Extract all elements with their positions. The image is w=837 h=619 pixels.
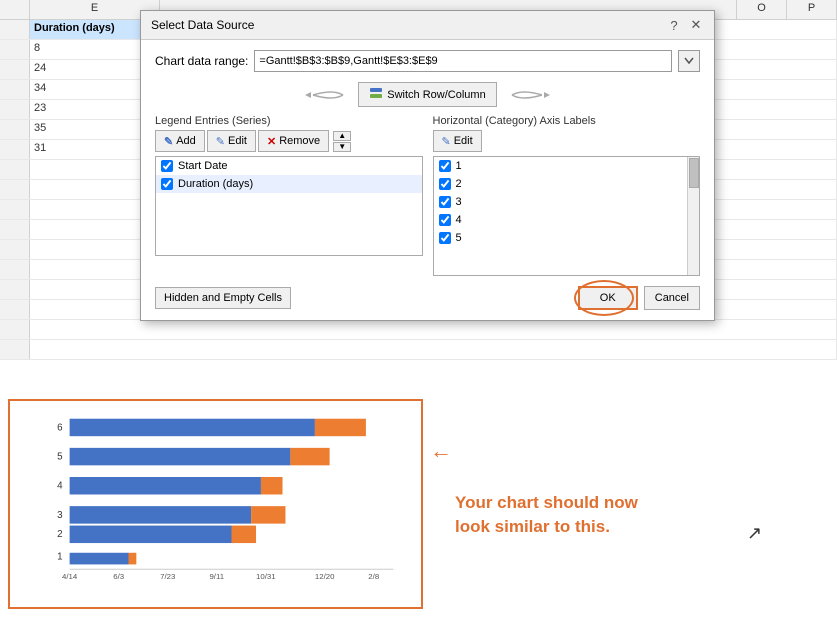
data-range-input[interactable] (254, 50, 672, 72)
data-range-label: Chart data range: (155, 54, 248, 68)
svg-text:6: 6 (57, 422, 62, 433)
switch-btn-label: Switch Row/Column (387, 89, 485, 101)
switch-row-area: Switch Row/Column (155, 82, 700, 107)
legend-entries-panel: Legend Entries (Series) ✎ Add ✎ Edit ✕ R… (155, 115, 423, 276)
dialog-title: Select Data Source (151, 18, 254, 32)
collapse-range-button[interactable] (678, 50, 700, 72)
series-item-start-date[interactable]: Start Date (156, 157, 422, 175)
dialog-action-buttons: OK Cancel (578, 286, 700, 310)
series-checkbox-start-date[interactable] (161, 160, 173, 172)
axis-list: 1 2 3 4 (433, 156, 701, 276)
ok-btn-wrapper: OK (578, 286, 638, 310)
cancel-button[interactable]: Cancel (644, 286, 700, 310)
svg-text:7/23: 7/23 (160, 572, 175, 579)
data-range-row: Chart data range: (155, 50, 700, 72)
series-list: Start Date Duration (days) (155, 156, 423, 256)
two-panels: Legend Entries (Series) ✎ Add ✎ Edit ✕ R… (155, 115, 700, 276)
annotation-text: Your chart should now look similar to th… (455, 491, 638, 539)
axis-edit-icon: ✎ (442, 135, 451, 148)
gantt-chart-svg: 6 5 4 3 2 1 4/14 6/3 7/23 9/11 10/31 12/… (50, 409, 413, 579)
svg-text:10/31: 10/31 (256, 572, 276, 579)
svg-text:3: 3 (57, 510, 62, 521)
series-checkbox-duration[interactable] (161, 178, 173, 190)
up-down-controls: ▲ ▼ (333, 131, 351, 152)
axis-scrollbar-thumb (689, 158, 699, 188)
svg-text:4: 4 (57, 481, 63, 492)
legend-entries-label: Legend Entries (Series) (155, 115, 423, 127)
dialog-body: Chart data range: Switch (141, 40, 714, 320)
series-item-duration[interactable]: Duration (days) (156, 175, 422, 193)
left-arrow-icon (303, 85, 348, 105)
dialog-titlebar: Select Data Source ? ✕ (141, 11, 714, 40)
axis-item-5: 5 (434, 229, 688, 247)
series-name-duration: Duration (days) (178, 178, 253, 190)
axis-scrollbar[interactable] (687, 157, 699, 275)
axis-item-3: 3 (434, 193, 688, 211)
edit-series-button[interactable]: ✎ Edit (207, 130, 256, 152)
svg-text:4/14: 4/14 (62, 572, 78, 579)
svg-text:1: 1 (57, 552, 62, 563)
dialog-close-button[interactable]: ✕ (688, 17, 704, 33)
col-header-p: P (787, 0, 837, 19)
move-up-button[interactable]: ▲ (333, 131, 351, 141)
col-header-o: O (737, 0, 787, 19)
series-name-start-date: Start Date (178, 160, 228, 172)
ok-button[interactable]: OK (578, 286, 638, 310)
svg-text:2: 2 (57, 529, 62, 540)
move-down-button[interactable]: ▼ (333, 142, 351, 152)
svg-text:2/8: 2/8 (368, 572, 379, 579)
dialog-help-button[interactable]: ? (666, 17, 682, 33)
mouse-cursor-icon: ↖ (747, 523, 762, 544)
axis-checkbox-3[interactable] (439, 196, 451, 208)
edit-icon: ✎ (216, 135, 225, 148)
duration-header-cell: Duration (days) (30, 20, 150, 39)
remove-x-icon: ✕ (267, 135, 276, 148)
axis-labels-label: Horizontal (Category) Axis Labels (433, 115, 701, 127)
svg-text:9/11: 9/11 (209, 572, 224, 579)
right-arrow-icon (507, 85, 552, 105)
svg-text:12/20: 12/20 (315, 572, 335, 579)
axis-item-1: 1 (434, 157, 688, 175)
axis-checkbox-1[interactable] (439, 160, 451, 172)
remove-series-button[interactable]: ✕ Remove (258, 130, 329, 152)
axis-checkbox-4[interactable] (439, 214, 451, 226)
dialog-footer: Hidden and Empty Cells OK Cancel (155, 286, 700, 310)
axis-checkbox-2[interactable] (439, 178, 451, 190)
add-icon: ✎ (164, 135, 173, 148)
hidden-empty-cells-button[interactable]: Hidden and Empty Cells (155, 287, 291, 309)
edit-axis-button[interactable]: ✎ Edit (433, 130, 482, 152)
switch-icon (369, 87, 383, 102)
svg-text:6/3: 6/3 (113, 572, 124, 579)
axis-toolbar: ✎ Edit (433, 130, 701, 152)
annotation-arrow-icon: ← (430, 438, 452, 464)
axis-checkbox-5[interactable] (439, 232, 451, 244)
svg-text:5: 5 (57, 452, 63, 463)
dialog-window-controls: ? ✕ (666, 17, 704, 33)
select-data-source-dialog: Select Data Source ? ✕ Chart data range: (140, 10, 715, 321)
axis-item-4: 4 (434, 211, 688, 229)
switch-row-column-button[interactable]: Switch Row/Column (358, 82, 496, 107)
add-series-button[interactable]: ✎ Add (155, 130, 205, 152)
axis-labels-panel: Horizontal (Category) Axis Labels ✎ Edit… (433, 115, 701, 276)
legend-toolbar: ✎ Add ✎ Edit ✕ Remove ▲ ▼ (155, 130, 423, 152)
chart-area: 6 5 4 3 2 1 4/14 6/3 7/23 9/11 10/31 12/… (8, 399, 423, 609)
axis-item-2: 2 (434, 175, 688, 193)
